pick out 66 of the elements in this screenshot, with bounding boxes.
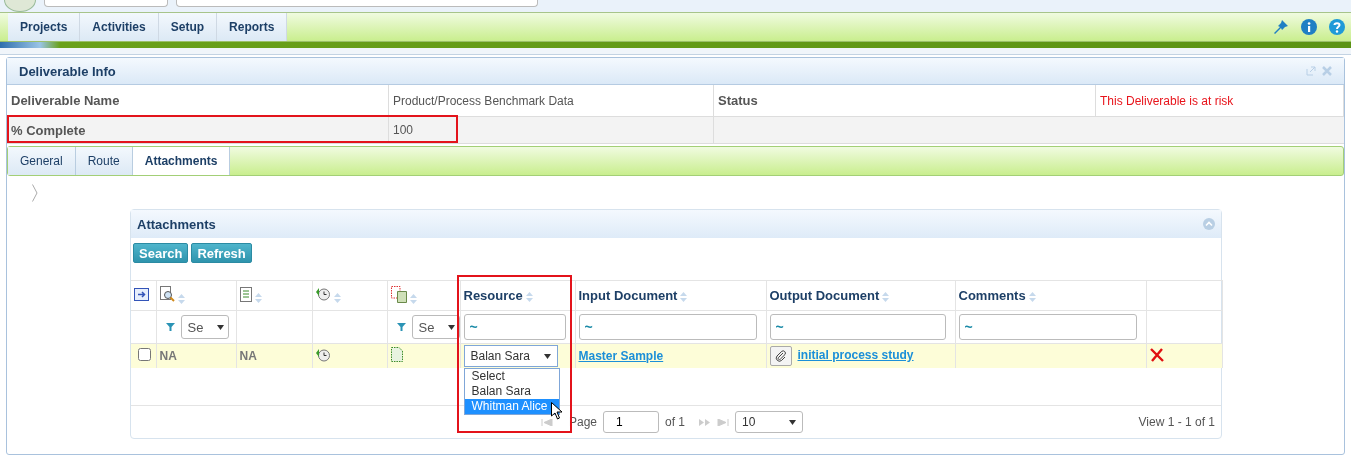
field-label: % Complete bbox=[7, 117, 389, 143]
page-count: of 1 bbox=[665, 415, 686, 429]
record-count: View 1 - 1 of 1 bbox=[1138, 415, 1215, 429]
filter-input[interactable]: ~ bbox=[958, 314, 1137, 340]
sort-icon[interactable] bbox=[333, 292, 341, 303]
top-field[interactable] bbox=[44, 0, 168, 7]
caret-icon bbox=[789, 419, 797, 425]
warning-text: This Deliverable is at risk bbox=[1096, 85, 1344, 116]
caret-icon bbox=[447, 324, 455, 330]
chevron-icon[interactable] bbox=[32, 184, 38, 202]
nav-tab[interactable]: Activities bbox=[80, 13, 159, 41]
sort-icon[interactable] bbox=[409, 294, 417, 305]
top-field[interactable] bbox=[176, 0, 538, 7]
sort-icon[interactable] bbox=[177, 293, 185, 304]
row-checkbox[interactable] bbox=[138, 348, 151, 361]
copy-documents-icon[interactable] bbox=[390, 285, 407, 303]
column-header[interactable]: Comments bbox=[958, 288, 1026, 303]
nav-tab[interactable]: Projects bbox=[8, 13, 81, 41]
filter-input[interactable]: ~ bbox=[578, 314, 757, 340]
field-label: Status bbox=[714, 85, 1096, 116]
sort-icon[interactable] bbox=[680, 291, 688, 302]
page-size-dropdown[interactable]: 10 bbox=[735, 411, 804, 433]
help-icon[interactable] bbox=[1329, 19, 1345, 35]
pin-icon[interactable] bbox=[1273, 19, 1289, 35]
table-cell: NA bbox=[239, 349, 257, 363]
panel-title: Attachments bbox=[137, 216, 216, 232]
sort-icon[interactable] bbox=[1028, 291, 1036, 302]
filter-input[interactable]: ~ bbox=[463, 314, 566, 340]
first-page-icon[interactable] bbox=[541, 418, 553, 426]
magnifier-document-icon[interactable] bbox=[159, 286, 175, 302]
filter-dropdown[interactable]: Se bbox=[411, 315, 460, 339]
sort-icon[interactable] bbox=[525, 291, 533, 302]
caret-icon bbox=[216, 324, 224, 330]
filter-icon[interactable] bbox=[165, 323, 175, 331]
sort-icon[interactable] bbox=[882, 291, 890, 302]
filter-input[interactable]: ~ bbox=[769, 314, 946, 340]
close-icon[interactable] bbox=[1322, 66, 1332, 76]
table-cell: NA bbox=[159, 349, 177, 363]
popout-icon[interactable] bbox=[1306, 66, 1316, 76]
report-icon[interactable] bbox=[239, 286, 252, 302]
tab[interactable]: General bbox=[8, 147, 76, 175]
tab[interactable]: Route bbox=[75, 147, 133, 175]
resource-dropdown[interactable]: Balan Sara bbox=[463, 345, 558, 367]
field-value: Product/Process Benchmark Data bbox=[389, 85, 714, 116]
info-icon[interactable] bbox=[1301, 19, 1317, 35]
sort-icon[interactable] bbox=[254, 293, 262, 304]
column-header[interactable]: Input Document bbox=[578, 288, 678, 303]
field-value: 100 bbox=[389, 117, 714, 143]
paperclip-icon[interactable] bbox=[769, 346, 792, 366]
caret-icon bbox=[543, 353, 551, 359]
delete-icon[interactable] bbox=[1149, 347, 1164, 362]
nav-tab[interactable]: Setup bbox=[158, 13, 218, 41]
column-chooser-icon[interactable] bbox=[134, 287, 149, 301]
page-input[interactable]: 1 bbox=[603, 411, 660, 433]
tab[interactable]: Attachments bbox=[132, 147, 231, 175]
panel-title: Deliverable Info bbox=[19, 63, 116, 79]
column-header[interactable]: Resource bbox=[463, 288, 523, 303]
filter-icon[interactable] bbox=[396, 323, 406, 331]
column-header[interactable]: Output Document bbox=[769, 288, 880, 303]
next-page-icon[interactable] bbox=[699, 418, 712, 426]
nav-tab[interactable]: Reports bbox=[217, 13, 288, 41]
collapse-icon[interactable] bbox=[1203, 218, 1215, 230]
document-icon[interactable] bbox=[390, 347, 403, 362]
field-label: Deliverable Name bbox=[7, 85, 389, 116]
filter-dropdown[interactable]: Se bbox=[180, 315, 229, 339]
last-page-icon[interactable] bbox=[717, 418, 730, 426]
